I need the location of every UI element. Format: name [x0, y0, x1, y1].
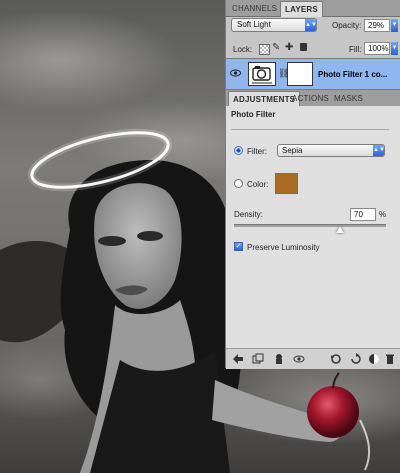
- blend-mode-select[interactable]: Soft Light ▲▼: [231, 18, 317, 32]
- clip-to-layer-icon[interactable]: [273, 353, 285, 365]
- view-previous-icon[interactable]: [330, 353, 342, 365]
- chevron-updown-icon: ▲▼: [373, 145, 385, 156]
- filter-select[interactable]: Sepia ▲▼: [277, 144, 385, 157]
- filter-radio[interactable]: [234, 146, 243, 155]
- fill-label: Fill:: [349, 45, 362, 54]
- lock-position-icon[interactable]: ✚: [285, 42, 293, 53]
- lock-pixels-icon[interactable]: ✎: [272, 42, 280, 53]
- adjustment-layer-thumbnail-icon: [248, 62, 276, 86]
- density-slider-track[interactable]: [234, 224, 386, 227]
- layer-mask-thumbnail[interactable]: [287, 62, 313, 86]
- tab-channels[interactable]: CHANNELS: [228, 1, 281, 16]
- adjustments-bottom-toolbar: [226, 348, 400, 369]
- lock-all-icon[interactable]: [300, 43, 307, 51]
- tab-layers[interactable]: LAYERS: [280, 1, 323, 17]
- lock-label: Lock:: [233, 45, 253, 54]
- eye-icon[interactable]: [230, 69, 241, 79]
- color-label: Color:: [247, 180, 269, 189]
- opacity-input[interactable]: 29%: [364, 19, 390, 32]
- adjustment-title: Photo Filter: [231, 110, 276, 119]
- eye-icon[interactable]: [293, 353, 305, 365]
- layer-row-photo-filter[interactable]: ⛓ Photo Filter 1 co...: [226, 58, 400, 90]
- preserve-luminosity-checkbox[interactable]: ✓: [234, 242, 243, 251]
- lock-transparent-icon[interactable]: [259, 44, 270, 55]
- visibility-icon[interactable]: [368, 353, 380, 365]
- density-slider-thumb[interactable]: [336, 226, 345, 233]
- layer-name[interactable]: Photo Filter 1 co...: [318, 70, 387, 79]
- color-radio[interactable]: [234, 179, 243, 188]
- back-arrow-icon[interactable]: [232, 353, 244, 365]
- fill-dropdown-icon[interactable]: ▼: [391, 42, 398, 55]
- photoshop-panels: CHANNELS LAYERS Soft Light ▲▼ Opacity: 2…: [226, 0, 400, 369]
- blend-mode-value: Soft Light: [237, 20, 271, 29]
- adjustments-tab-bar: ADJUSTMENTS ACTIONS MASKS: [226, 90, 400, 107]
- chevron-updown-icon: ▲▼: [305, 19, 317, 31]
- filter-label: Filter:: [247, 147, 267, 156]
- delete-icon[interactable]: [384, 353, 396, 365]
- adjustments-panel: Photo Filter Filter: Sepia ▲▼ Color: Den…: [226, 106, 400, 369]
- tab-masks[interactable]: MASKS: [330, 91, 367, 106]
- density-label: Density:: [234, 210, 263, 219]
- divider: [231, 129, 389, 130]
- reset-icon[interactable]: [350, 353, 362, 365]
- new-view-icon[interactable]: [252, 353, 264, 365]
- tab-actions[interactable]: ACTIONS: [288, 91, 333, 106]
- color-swatch[interactable]: [275, 173, 298, 194]
- layers-tab-bar: CHANNELS LAYERS: [226, 0, 400, 17]
- density-unit: %: [379, 210, 387, 219]
- preserve-luminosity-label: Preserve Luminosity: [247, 243, 320, 252]
- fill-input[interactable]: 100%: [364, 42, 390, 55]
- filter-value: Sepia: [282, 146, 303, 155]
- density-input[interactable]: 70: [350, 208, 376, 221]
- opacity-dropdown-icon[interactable]: ▼: [391, 19, 398, 32]
- opacity-label: Opacity:: [332, 21, 362, 30]
